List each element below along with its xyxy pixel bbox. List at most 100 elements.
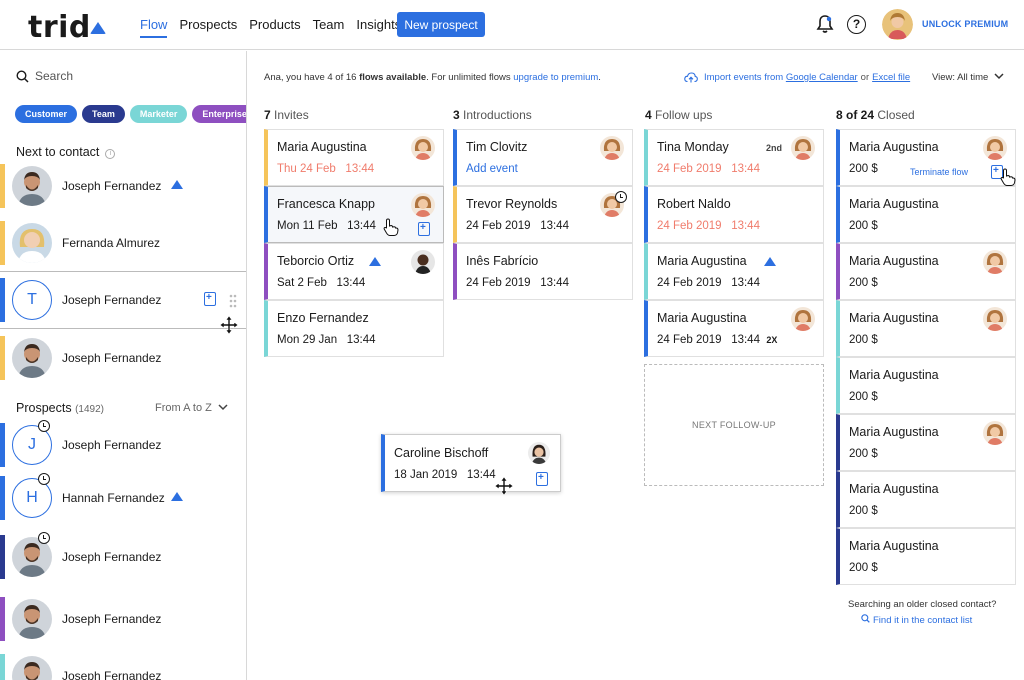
add-event-icon[interactable] bbox=[418, 222, 430, 236]
list-item[interactable]: Fernanda Almurez bbox=[0, 215, 246, 271]
column-count: 4 bbox=[645, 108, 652, 122]
column-title-introductions: 3 Introductions bbox=[453, 108, 532, 122]
avatar bbox=[12, 656, 52, 680]
list-item[interactable]: J Joseph Fernandez bbox=[0, 417, 246, 473]
unlock-premium-link[interactable]: UNLOCK PREMIUM bbox=[922, 19, 1008, 29]
card-closed[interactable]: Maria Augustina 200 $ bbox=[836, 300, 1016, 357]
next-followup-dropzone[interactable]: NEXT FOLLOW-UP bbox=[644, 364, 824, 486]
avatar bbox=[983, 250, 1007, 274]
card-invite[interactable]: Enzo Fernandez Mon 29 Jan 13:44 bbox=[264, 300, 444, 357]
card-followup[interactable]: Robert Naldo 24 Feb 2019 13:44 bbox=[644, 186, 824, 243]
next-to-contact-title: Next to contact i bbox=[16, 145, 116, 159]
card-closed[interactable]: Maria Augustina 200 $ bbox=[836, 243, 1016, 300]
nav-team[interactable]: Team bbox=[313, 0, 345, 50]
add-event-link[interactable]: Add event bbox=[466, 163, 518, 175]
card-closed[interactable]: Maria Augustina 200 $ bbox=[836, 186, 1016, 243]
card-name: Maria Augustina bbox=[849, 482, 939, 496]
list-item[interactable]: Joseph Fernandez bbox=[0, 591, 246, 647]
date: 24 Feb 2019 bbox=[466, 220, 531, 232]
card-introduction[interactable]: Trevor Reynolds 24 Feb 2019 13:44 bbox=[453, 186, 633, 243]
sort-dropdown[interactable]: From A to Z bbox=[155, 402, 228, 414]
older-contact-text: Searching an older closed contact? bbox=[848, 599, 997, 610]
upgrade-link[interactable]: upgrade to premium bbox=[513, 72, 598, 83]
date: Mon 11 Feb bbox=[277, 220, 338, 232]
new-prospect-button[interactable]: New prospect bbox=[397, 12, 485, 37]
clock-icon bbox=[615, 191, 627, 203]
card-closed[interactable]: Maria Augustina 200 $ bbox=[836, 129, 1016, 186]
card-date: Mon 29 Jan 13:44 bbox=[277, 334, 375, 346]
date: 24 Feb 2019 bbox=[657, 277, 722, 289]
card-invite[interactable]: Maria Augustina Thu 24 Feb 13:44 bbox=[264, 129, 444, 186]
avatar bbox=[983, 421, 1007, 445]
time: 13:44 bbox=[466, 469, 496, 481]
date: 24 Feb 2019 bbox=[466, 277, 531, 289]
nav-flow[interactable]: Flow bbox=[140, 0, 168, 50]
card-name: Inês Fabrício bbox=[466, 254, 539, 268]
avatar bbox=[791, 307, 815, 331]
time: 13:44 bbox=[336, 277, 366, 289]
help-icon[interactable]: ? bbox=[847, 15, 866, 34]
bell-icon[interactable] bbox=[815, 14, 835, 34]
tag-enterprise[interactable]: Enterprise bbox=[192, 105, 246, 123]
view-filter-dropdown[interactable]: View: All time bbox=[932, 72, 1004, 83]
color-bar bbox=[0, 164, 5, 208]
nav-insights[interactable]: Insights bbox=[356, 0, 401, 50]
logo-triangle-icon bbox=[90, 22, 106, 34]
card-followup[interactable]: Maria Augustina 24 Feb 2019 13:44 bbox=[644, 243, 824, 300]
terminate-flow-link[interactable]: Terminate flow bbox=[910, 167, 968, 177]
card-name: Maria Augustina bbox=[849, 368, 939, 382]
list-item[interactable]: Joseph Fernandez bbox=[0, 330, 246, 386]
card-name: Maria Augustina bbox=[849, 140, 939, 154]
card-name: Francesca Knapp bbox=[277, 197, 375, 211]
card-introduction[interactable]: Inês Fabrício 24 Feb 2019 13:44 bbox=[453, 243, 633, 300]
drag-handle-icon[interactable] bbox=[229, 294, 237, 308]
prospects-title: Prospects (1492) bbox=[16, 401, 104, 415]
list-item[interactable]: H Hannah Fernandez bbox=[0, 470, 246, 526]
time: 13:44 bbox=[345, 163, 375, 175]
search-box[interactable]: Search bbox=[16, 69, 73, 83]
list-item-hovered[interactable]: T Joseph Fernandez bbox=[0, 271, 246, 329]
card-followup[interactable]: Maria Augustina 24 Feb 2019 13:44 2X bbox=[644, 300, 824, 357]
card-date: Mon 11 Feb 13:44 bbox=[277, 220, 376, 232]
logo[interactable]: trid bbox=[28, 10, 91, 45]
avatar bbox=[12, 223, 52, 263]
list-item[interactable]: Joseph Fernandez bbox=[0, 158, 246, 214]
next-to-contact-label: Next to contact bbox=[16, 145, 100, 159]
card-introduction[interactable]: Tim Clovitz Add event bbox=[453, 129, 633, 186]
followup-badge: 2nd bbox=[766, 143, 783, 153]
card-closed[interactable]: Maria Augustina 200 $ bbox=[836, 357, 1016, 414]
add-event-icon[interactable] bbox=[536, 472, 548, 486]
card-followup[interactable]: Tina Monday 2nd 24 Feb 2019 13:44 bbox=[644, 129, 824, 186]
tag-customer[interactable]: Customer bbox=[15, 105, 78, 123]
list-item[interactable]: Joseph Fernandez bbox=[0, 648, 246, 680]
avatar bbox=[983, 307, 1007, 331]
nav-prospects[interactable]: Prospects bbox=[179, 0, 237, 50]
card-invite[interactable]: Teborcio Ortiz Sat 2 Feb 13:44 bbox=[264, 243, 444, 300]
import-or: or bbox=[860, 72, 870, 83]
excel-file-link[interactable]: Excel file bbox=[872, 72, 910, 83]
dragging-card[interactable]: Caroline Bischoff 18 Jan 2019 13:44 bbox=[381, 434, 561, 492]
tag-team[interactable]: Team bbox=[82, 105, 125, 123]
card-closed[interactable]: Maria Augustina 200 $ bbox=[836, 414, 1016, 471]
find-contact-link[interactable]: Find it in the contact list bbox=[861, 614, 972, 626]
column-count: 8 of 24 bbox=[836, 108, 875, 122]
flows-info-bold: flows available bbox=[359, 72, 427, 83]
hand-cursor-icon bbox=[383, 218, 399, 236]
list-item[interactable]: Joseph Fernandez bbox=[0, 529, 246, 585]
contact-name: Fernanda Almurez bbox=[62, 236, 161, 250]
contact-name: Joseph Fernandez bbox=[62, 351, 162, 365]
card-date: 18 Jan 2019 13:44 bbox=[394, 469, 496, 481]
card-closed[interactable]: Maria Augustina 200 $ bbox=[836, 528, 1016, 585]
google-calendar-link[interactable]: Google Calendar bbox=[786, 72, 858, 83]
card-name: Maria Augustina bbox=[277, 140, 367, 154]
add-event-icon[interactable] bbox=[204, 292, 216, 306]
tag-marketer[interactable]: Marketer bbox=[129, 105, 188, 123]
contact-name: Joseph Fernandez bbox=[62, 612, 162, 626]
user-avatar[interactable] bbox=[882, 9, 913, 40]
avatar bbox=[12, 599, 52, 639]
card-name: Maria Augustina bbox=[849, 425, 939, 439]
color-bar bbox=[0, 423, 5, 467]
card-closed[interactable]: Maria Augustina 200 $ bbox=[836, 471, 1016, 528]
nav-products[interactable]: Products bbox=[249, 0, 300, 50]
card-invite-hovered[interactable]: Francesca Knapp Mon 11 Feb 13:44 bbox=[264, 186, 444, 243]
